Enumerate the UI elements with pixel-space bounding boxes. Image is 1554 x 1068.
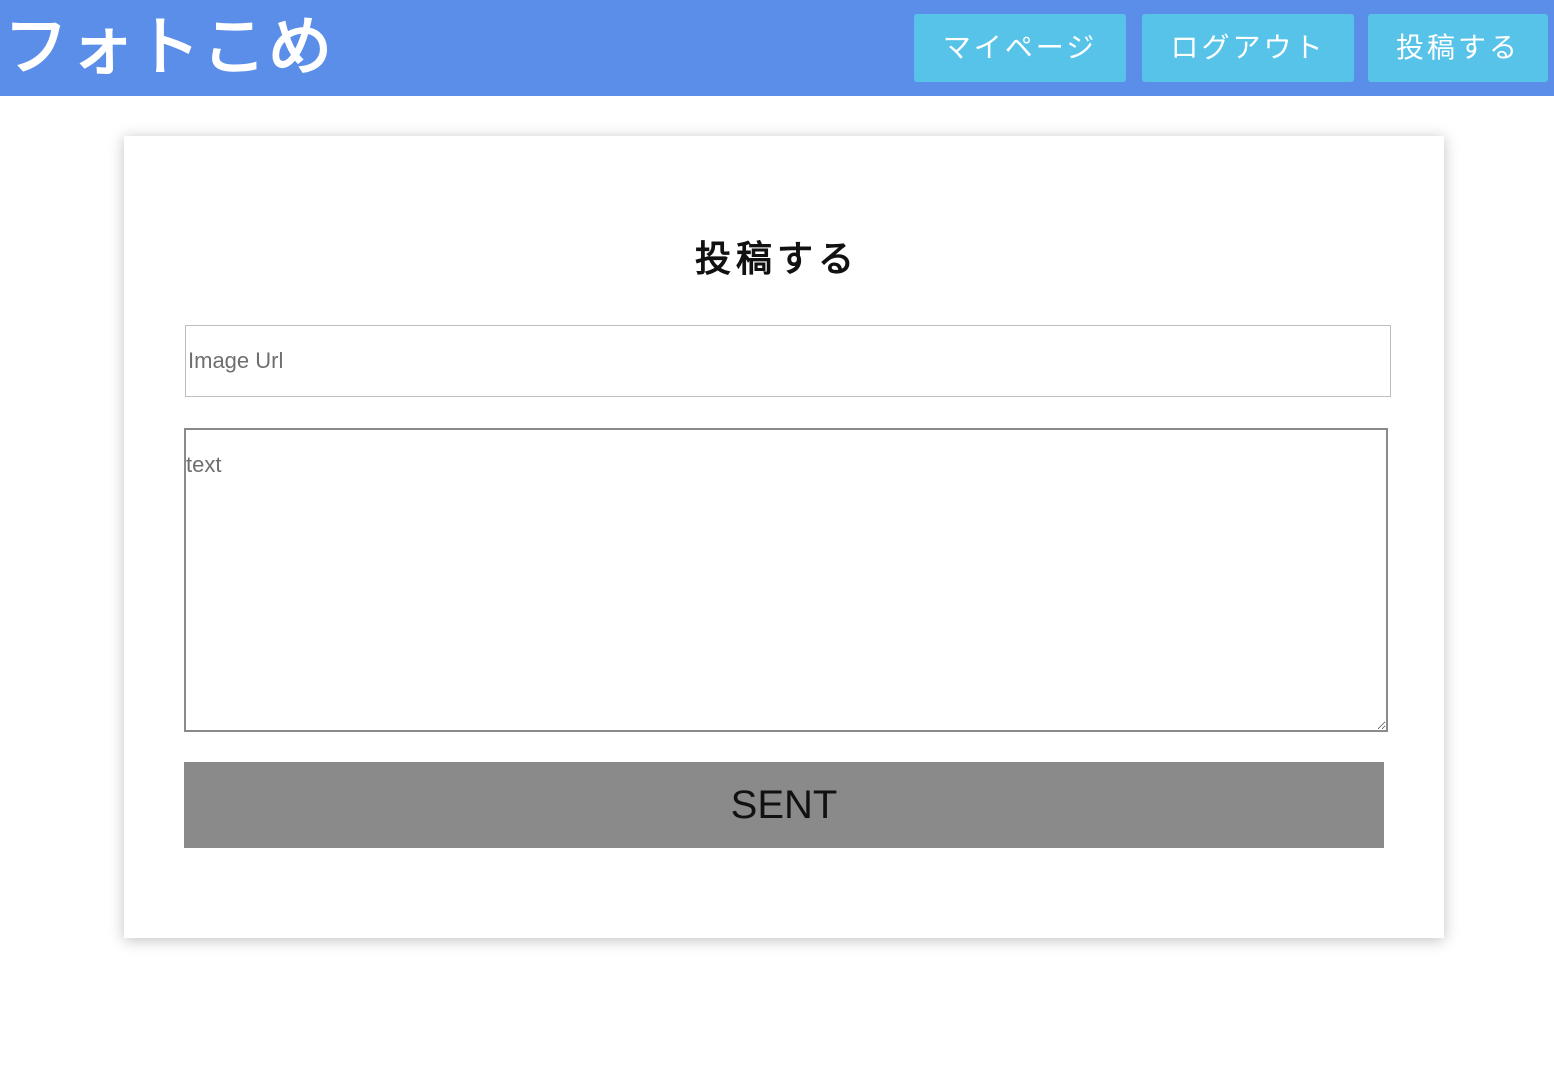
post-nav-button[interactable]: 投稿する [1368, 14, 1548, 82]
logout-button[interactable]: ログアウト [1142, 14, 1354, 82]
mypage-button[interactable]: マイページ [914, 14, 1126, 82]
app-header: フォトこめ マイページ ログアウト 投稿する [0, 0, 1554, 96]
app-logo[interactable]: フォトこめ [4, 8, 334, 88]
form-title: 投稿する [694, 239, 859, 280]
text-input[interactable] [184, 428, 1388, 732]
sent-button[interactable]: SENT [184, 762, 1384, 848]
image-url-input[interactable] [185, 325, 1391, 397]
